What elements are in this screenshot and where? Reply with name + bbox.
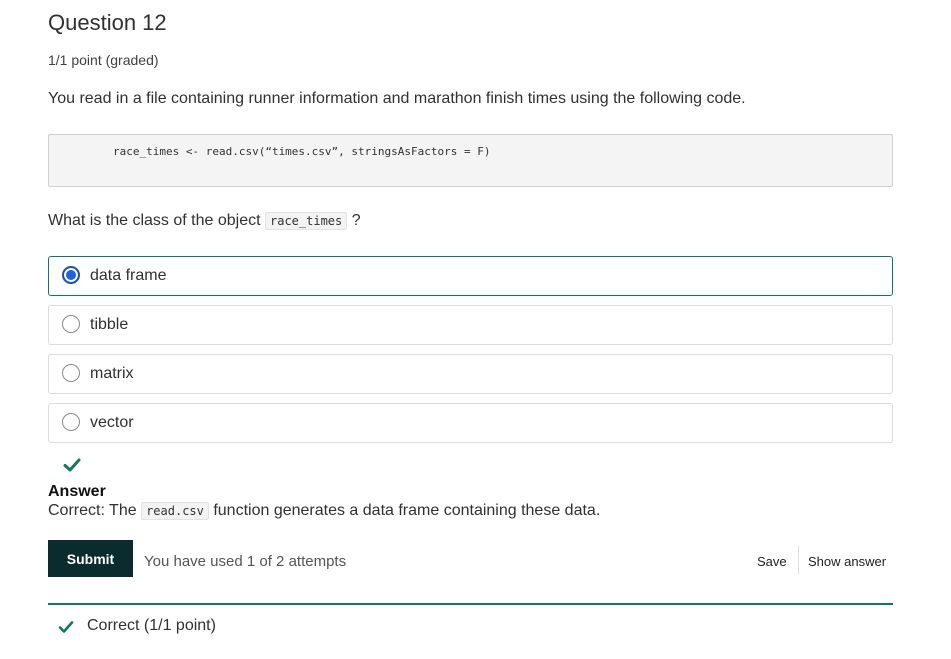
show-answer-button[interactable]: Show answer xyxy=(808,551,886,571)
answer-heading: Answer xyxy=(48,483,106,500)
answer-code: read.csv xyxy=(141,502,209,520)
question-text: You read in a file containing runner inf… xyxy=(48,90,746,107)
prompt-suffix: ? xyxy=(351,212,361,229)
question-prompt: What is the class of the object race_tim… xyxy=(48,212,361,230)
answer-prefix: Correct: The xyxy=(48,502,137,519)
option-tibble[interactable]: tibble xyxy=(48,305,893,345)
checkmark-icon xyxy=(63,458,81,472)
question-points: 1/1 point (graded) xyxy=(48,52,159,68)
save-button[interactable]: Save xyxy=(747,551,799,571)
option-label: matrix xyxy=(90,365,134,382)
action-divider xyxy=(798,546,799,574)
checkmark-icon xyxy=(58,621,74,633)
notification-text: Correct (1/1 point) xyxy=(87,617,216,634)
attempts-text: You have used 1 of 2 attempts xyxy=(144,553,347,570)
radio-selected-icon[interactable] xyxy=(62,266,80,284)
answer-explanation: Correct: The read.csv function generates… xyxy=(48,502,600,520)
option-label: tibble xyxy=(90,316,129,333)
question-title: Question 12 xyxy=(48,10,167,35)
radio-icon[interactable] xyxy=(62,315,80,333)
prompt-code: race_times xyxy=(265,212,348,230)
radio-icon[interactable] xyxy=(62,364,80,382)
radio-icon[interactable] xyxy=(62,413,80,431)
option-data-frame[interactable]: data frame xyxy=(48,256,893,296)
code-block: race_times <- read.csv(“times.csv”, stri… xyxy=(48,134,893,187)
answer-options: data frame tibble matrix vector xyxy=(48,256,893,452)
prompt-text: What is the class of the object xyxy=(48,212,261,229)
correct-notification: Correct (1/1 point) xyxy=(48,603,893,645)
code-line: race_times <- read.csv(“times.csv”, stri… xyxy=(113,145,491,158)
option-label: vector xyxy=(90,414,134,431)
submit-button[interactable]: Submit xyxy=(48,540,133,577)
option-matrix[interactable]: matrix xyxy=(48,354,893,394)
option-label: data frame xyxy=(90,267,167,284)
option-vector[interactable]: vector xyxy=(48,403,893,443)
answer-suffix: function generates a data frame containi… xyxy=(213,502,601,519)
